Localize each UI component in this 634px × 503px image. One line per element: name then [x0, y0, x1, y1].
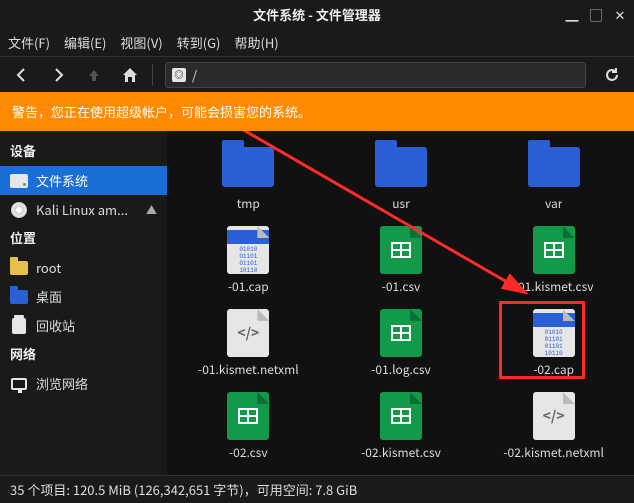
sidebar-item-label: root [36, 258, 61, 277]
menu-go[interactable]: 转到(G) [177, 33, 221, 52]
menu-bar: 文件(F) 编辑(E) 视图(V) 转到(G) 帮助(H) [0, 28, 634, 56]
sidebar-heading-places: 位置 [0, 224, 167, 253]
file-label: -01.kismet.csv [514, 278, 594, 295]
file-item[interactable]: 01010011010110110110 -01.cap [172, 222, 325, 299]
menu-help[interactable]: 帮助(H) [234, 33, 278, 52]
file-view[interactable]: tmp usr var 01010011010110110110 -01.cap -01.… [168, 131, 634, 475]
file-label: var [545, 195, 562, 212]
file-label: -02.csv [229, 444, 268, 461]
forward-button[interactable] [44, 61, 72, 89]
folder-icon [526, 143, 582, 191]
eject-icon[interactable]: ▲ [146, 202, 157, 218]
titlebar: 文件系统 - 文件管理器 ▁ ▢ ✕ [0, 0, 634, 28]
back-button[interactable] [8, 61, 36, 89]
menu-view[interactable]: 视图(V) [120, 33, 162, 52]
file-label: tmp [237, 195, 260, 212]
sidebar: 设备 文件系统 Kali Linux am... ▲ 位置 root 桌面 回收… [0, 131, 168, 475]
file-item[interactable]: -02.csv [172, 388, 325, 465]
file-item[interactable]: -01.csv [325, 222, 478, 299]
sidebar-item-label: Kali Linux am... [36, 200, 128, 219]
code-icon: </> [220, 309, 276, 357]
file-label: -01.cap [228, 278, 269, 295]
network-icon [10, 375, 28, 393]
status-bar: 35 个项目: 120.5 MiB (126,342,651 字节)，可用空间:… [0, 475, 634, 503]
sheet-icon [373, 392, 429, 440]
minimize-button[interactable]: ▁ [564, 6, 580, 22]
folder-icon [10, 259, 28, 277]
sheet-icon [373, 226, 429, 274]
status-text: 35 个项目: 120.5 MiB (126,342,651 字节)，可用空间:… [10, 480, 357, 499]
window-title: 文件系统 - 文件管理器 [253, 5, 381, 24]
file-item[interactable]: usr [325, 139, 478, 216]
file-item[interactable]: </> -02.kismet.netxml [477, 388, 630, 465]
file-label: -02.kismet.csv [361, 444, 441, 461]
sidebar-item-kali-media[interactable]: Kali Linux am... ▲ [0, 195, 167, 224]
file-label: -02.kismet.netxml [503, 444, 604, 461]
sheet-icon [373, 309, 429, 357]
file-item[interactable]: </> -01.kismet.netxml [172, 305, 325, 382]
toolbar: ◎ / [0, 56, 634, 92]
sidebar-item-filesystem[interactable]: 文件系统 [0, 166, 167, 195]
file-label: -02.cap [533, 361, 574, 378]
window-controls: ▁ ▢ ✕ [564, 6, 628, 22]
file-item[interactable]: var [477, 139, 630, 216]
file-label: usr [392, 195, 410, 212]
path-bar[interactable]: ◎ / [165, 62, 586, 88]
disc-icon [10, 201, 28, 219]
sidebar-heading-devices: 设备 [0, 137, 167, 166]
home-button[interactable] [116, 61, 144, 89]
sidebar-item-root[interactable]: root [0, 253, 167, 282]
code-icon: </> [526, 392, 582, 440]
root-warning-banner: 警告，您正在使用超级帐户，可能会损害您的系统。 [0, 92, 634, 131]
file-label: -01.kismet.netxml [198, 361, 299, 378]
close-button[interactable]: ✕ [612, 6, 628, 22]
sheet-icon [526, 226, 582, 274]
sidebar-item-label: 文件系统 [36, 171, 88, 190]
reload-button[interactable] [598, 61, 626, 89]
sidebar-item-label: 回收站 [36, 316, 75, 335]
file-item[interactable]: -01.log.csv [325, 305, 478, 382]
file-item[interactable]: tmp [172, 139, 325, 216]
sidebar-item-trash[interactable]: 回收站 [0, 311, 167, 340]
drive-icon [10, 172, 28, 190]
folder-icon [220, 143, 276, 191]
menu-edit[interactable]: 编辑(E) [64, 33, 106, 52]
filesystem-icon: ◎ [172, 68, 186, 82]
sidebar-item-label: 桌面 [36, 287, 62, 306]
menu-file[interactable]: 文件(F) [8, 33, 50, 52]
folder-icon [373, 143, 429, 191]
up-button [80, 61, 108, 89]
file-item[interactable]: -02.kismet.csv [325, 388, 478, 465]
sidebar-item-label: 浏览网络 [36, 374, 88, 393]
trash-icon [10, 317, 28, 335]
sidebar-item-desktop[interactable]: 桌面 [0, 282, 167, 311]
cap-icon: 01010011010110110110 [526, 309, 582, 357]
path-text: / [192, 65, 197, 84]
maximize-button[interactable]: ▢ [588, 6, 604, 22]
sheet-icon [220, 392, 276, 440]
file-item[interactable]: -01.kismet.csv [477, 222, 630, 299]
sidebar-item-browse-network[interactable]: 浏览网络 [0, 369, 167, 398]
sidebar-heading-network: 网络 [0, 340, 167, 369]
file-label: -01.log.csv [371, 361, 430, 378]
cap-icon: 01010011010110110110 [220, 226, 276, 274]
folder-icon [10, 288, 28, 306]
file-item[interactable]: 01010011010110110110 -02.cap [477, 305, 630, 382]
file-label: -01.csv [382, 278, 421, 295]
